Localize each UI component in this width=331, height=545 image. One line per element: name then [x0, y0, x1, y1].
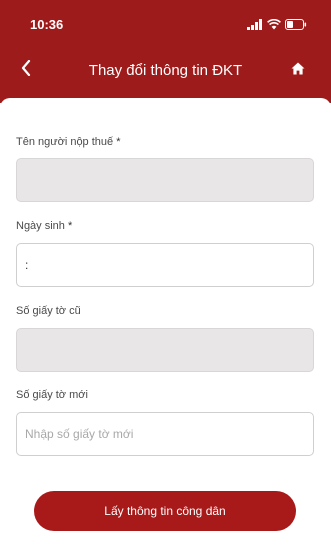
- app-header: 10:36 Thay đổi thông tin ĐKT: [0, 0, 331, 103]
- wifi-icon: [267, 18, 281, 30]
- required-mark: *: [116, 136, 121, 148]
- status-time: 10:36: [30, 17, 64, 32]
- signal-icon: [247, 18, 263, 30]
- taxpayer-name-label-text: Tên người nộp thuế: [16, 136, 114, 148]
- required-mark: *: [67, 220, 73, 232]
- battery-icon: [285, 18, 307, 30]
- new-id-input[interactable]: [16, 412, 314, 456]
- new-id-label: Số giấy tờ mới: [16, 389, 88, 401]
- chevron-left-icon: [21, 59, 31, 81]
- home-icon: [291, 62, 305, 80]
- taxpayer-name-field[interactable]: [16, 158, 314, 202]
- old-id-field[interactable]: [16, 328, 314, 372]
- taxpayer-name-label: Tên người nộp thuế *: [16, 136, 121, 148]
- get-citizen-info-button[interactable]: Lấy thông tin công dân: [34, 491, 296, 531]
- new-id-label-text: Số giấy tờ mới: [16, 389, 88, 401]
- birth-date-field[interactable]: [16, 243, 314, 287]
- birth-date-label-text: Ngày sinh: [16, 220, 65, 232]
- birth-date-label: Ngày sinh *: [16, 220, 72, 232]
- page-title: Thay đổi thông tin ĐKT: [88, 62, 243, 79]
- old-id-label-text: Số giấy tờ cũ: [16, 305, 81, 317]
- back-button[interactable]: [12, 56, 40, 84]
- navbar: Thay đổi thông tin ĐKT: [0, 48, 331, 94]
- form-panel: Tên người nộp thuế * Ngày sinh * Số giấy…: [0, 98, 331, 545]
- old-id-label: Số giấy tờ cũ: [16, 305, 81, 317]
- status-icons: [247, 18, 307, 30]
- home-button[interactable]: [285, 58, 311, 84]
- status-bar: 10:36: [0, 0, 331, 48]
